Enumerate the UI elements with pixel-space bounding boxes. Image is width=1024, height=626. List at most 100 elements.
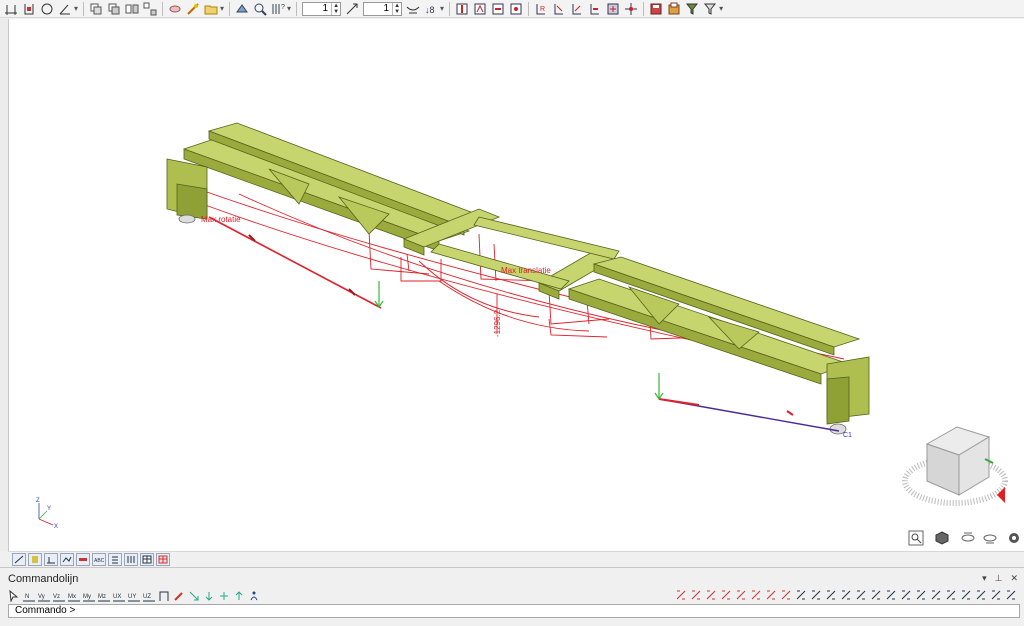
disp-uy-icon[interactable]: UY <box>128 590 140 603</box>
command-tool-icon[interactable] <box>855 588 867 601</box>
disp-uz-icon[interactable]: UZ <box>143 590 155 603</box>
command-tool-icon[interactable] <box>990 588 1002 601</box>
node-icon[interactable] <box>21 1 37 17</box>
zoom-icon[interactable] <box>908 530 924 546</box>
command-tool-icon[interactable] <box>765 588 777 601</box>
view-cube[interactable] <box>902 426 1008 506</box>
abc-tab[interactable]: ABC <box>92 553 106 566</box>
command-tool-icon[interactable] <box>810 588 822 601</box>
member-tab[interactable] <box>124 553 138 566</box>
solid-tab[interactable] <box>28 553 42 566</box>
select-icon[interactable] <box>8 590 20 603</box>
moment-mz-icon[interactable]: Mz <box>98 590 110 603</box>
structure-3d-view[interactable]: Max rotatie Max translatie -1296.2 C1 Z … <box>9 19 1024 551</box>
axis-icon[interactable] <box>3 1 19 17</box>
array-icon[interactable] <box>142 1 158 17</box>
grid-icon[interactable]: ? <box>270 1 286 17</box>
stress-icon[interactable] <box>551 1 567 17</box>
section-icon[interactable]: R <box>533 1 549 17</box>
tri-icon[interactable] <box>203 590 215 603</box>
command-tool-icon[interactable] <box>870 588 882 601</box>
dropdown-icon[interactable]: ▾ <box>982 573 987 584</box>
table-tab[interactable] <box>140 553 154 566</box>
disp-ux-icon[interactable]: UX <box>113 590 125 603</box>
result-icon[interactable] <box>472 1 488 17</box>
loads-tab[interactable] <box>44 553 58 566</box>
command-tool-icon[interactable] <box>840 588 852 601</box>
angle-icon[interactable] <box>57 1 73 17</box>
save-icon[interactable] <box>648 1 664 17</box>
scale-spinner-2[interactable]: 1 ▲ ▼ <box>363 1 403 16</box>
load-icon[interactable] <box>454 1 470 17</box>
command-tool-icon[interactable] <box>735 588 747 601</box>
spinner-value[interactable]: 1 <box>364 3 392 15</box>
settings-icon[interactable] <box>702 1 718 17</box>
measure-icon[interactable] <box>185 1 201 17</box>
dropdown-arrow-icon[interactable]: ▾ <box>220 4 224 13</box>
spinner-value[interactable]: 1 <box>303 3 331 15</box>
filter-icon[interactable] <box>684 1 700 17</box>
command-tool-icon[interactable] <box>705 588 717 601</box>
view-cube-icon[interactable] <box>935 531 949 545</box>
command-tool-icon[interactable] <box>750 588 762 601</box>
command-tool-icon[interactable] <box>1005 588 1017 601</box>
arrow-icon[interactable] <box>188 590 200 603</box>
command-tool-icon[interactable] <box>795 588 807 601</box>
command-tool-icon[interactable] <box>900 588 912 601</box>
deflection-icon[interactable] <box>569 1 585 17</box>
copy-icon[interactable] <box>106 1 122 17</box>
pin-icon[interactable]: ⊥ <box>995 573 1003 584</box>
command-tool-icon[interactable] <box>885 588 897 601</box>
command-tool-icon[interactable] <box>780 588 792 601</box>
moment-mx-icon[interactable]: Mx <box>68 590 80 603</box>
force-n-icon[interactable]: N <box>23 590 35 603</box>
dropdown-arrow-icon[interactable]: ▾ <box>719 4 723 13</box>
command-tool-icon[interactable] <box>690 588 702 601</box>
moment-my-icon[interactable]: My <box>83 590 95 603</box>
dropdown-arrow-icon[interactable]: ▾ <box>287 4 291 13</box>
dropdown-arrow-icon[interactable]: ▾ <box>440 4 444 13</box>
force-vz-icon[interactable]: Vz <box>53 590 65 603</box>
pan-icon[interactable] <box>623 1 639 17</box>
zoom-window-icon[interactable] <box>252 1 268 17</box>
mirror-icon[interactable] <box>124 1 140 17</box>
accessibility-icon[interactable] <box>248 590 260 603</box>
select-all-icon[interactable] <box>605 1 621 17</box>
render-icon[interactable] <box>234 1 250 17</box>
model-viewport[interactable]: Max rotatie Max translatie -1296.2 C1 Z … <box>8 19 1024 551</box>
scale-spinner-1[interactable]: 1 ▲ ▼ <box>302 1 342 16</box>
hide-icon[interactable] <box>167 1 183 17</box>
move-icon[interactable] <box>218 590 230 603</box>
member-icon[interactable] <box>490 1 506 17</box>
close-icon[interactable]: ✕ <box>1010 573 1018 584</box>
results-tab[interactable] <box>60 553 74 566</box>
orbit-icon[interactable] <box>961 532 975 542</box>
stress-tab[interactable] <box>76 553 90 566</box>
check-icon[interactable] <box>587 1 603 17</box>
report-icon[interactable] <box>666 1 682 17</box>
grid-tab[interactable] <box>156 553 170 566</box>
command-tool-icon[interactable] <box>960 588 972 601</box>
command-tool-icon[interactable] <box>975 588 987 601</box>
command-tool-icon[interactable] <box>930 588 942 601</box>
spinner-arrows[interactable]: ▲ ▼ <box>392 2 401 15</box>
command-input[interactable]: Commando > <box>8 604 1020 618</box>
rotate-icon[interactable] <box>983 534 997 544</box>
text-tab[interactable] <box>108 553 122 566</box>
command-tool-icon[interactable] <box>720 588 732 601</box>
node-force-icon[interactable] <box>508 1 524 17</box>
frame-icon[interactable] <box>158 590 170 603</box>
copy-layers-icon[interactable] <box>88 1 104 17</box>
command-tool-icon[interactable] <box>915 588 927 601</box>
spinner-arrows[interactable]: ▲ ▼ <box>331 2 340 15</box>
folder-icon[interactable] <box>203 1 219 17</box>
command-tool-icon[interactable] <box>825 588 837 601</box>
scale-icon[interactable] <box>344 1 360 17</box>
up-icon[interactable] <box>233 590 245 603</box>
command-tool-icon[interactable] <box>675 588 687 601</box>
settings-icon[interactable] <box>1009 533 1019 543</box>
deform-icon[interactable] <box>405 1 421 17</box>
command-tool-icon[interactable] <box>945 588 957 601</box>
wireframe-tab[interactable] <box>12 553 26 566</box>
pen-icon[interactable] <box>173 590 185 603</box>
